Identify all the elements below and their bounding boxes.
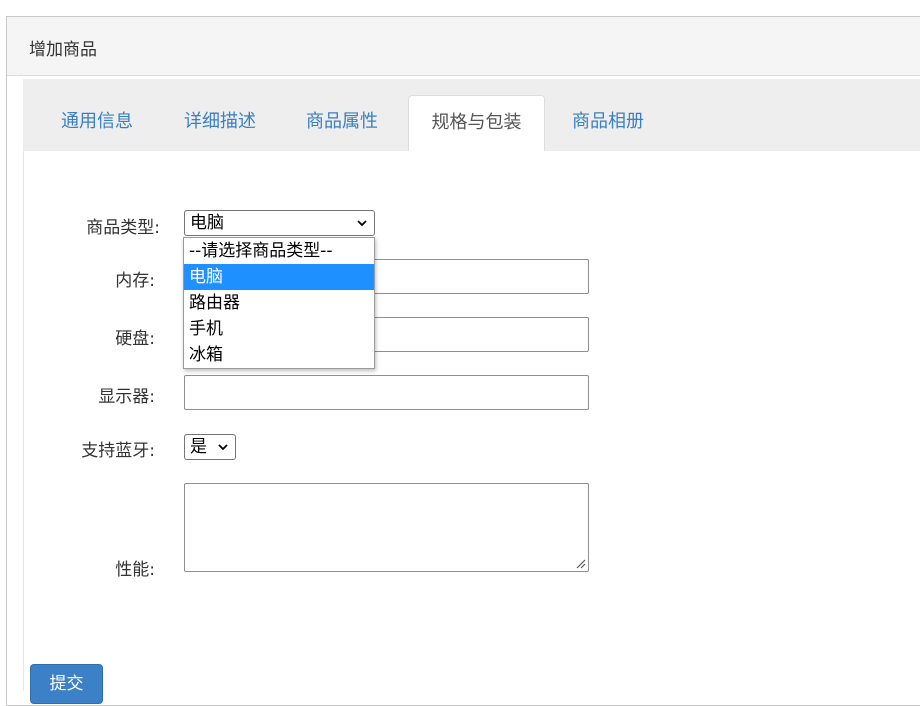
submit-button[interactable]: 提交	[30, 664, 103, 704]
performance-textarea[interactable]	[184, 483, 589, 572]
goods-type-option[interactable]: 手机	[184, 316, 374, 342]
display-input[interactable]	[184, 375, 589, 410]
performance-label: 性能:	[115, 560, 155, 580]
tab-spec-packaging[interactable]: 规格与包装	[408, 95, 545, 151]
bluetooth-select[interactable]: 是	[184, 434, 236, 460]
bluetooth-label: 支持蓝牙:	[81, 441, 155, 461]
tab-general-info[interactable]: 通用信息	[42, 95, 152, 151]
display-label: 显示器:	[98, 387, 155, 407]
tab-bar: 通用信息 详细描述 商品属性 规格与包装 商品相册	[23, 79, 920, 151]
chevron-down-icon	[357, 220, 367, 227]
tab-detail-description[interactable]: 详细描述	[165, 95, 275, 151]
chevron-down-icon	[218, 444, 228, 451]
tab-goods-gallery[interactable]: 商品相册	[553, 95, 663, 151]
goods-type-selected-value: 电脑	[190, 213, 224, 233]
goods-type-option[interactable]: 路由器	[184, 290, 374, 316]
goods-type-option[interactable]: --请选择商品类型--	[184, 238, 374, 264]
memory-label: 内存:	[115, 271, 155, 291]
goods-type-option[interactable]: 电脑	[184, 264, 374, 290]
panel-title: 增加商品	[29, 40, 97, 60]
panel-heading: 增加商品	[7, 17, 920, 76]
resize-grip-icon[interactable]	[574, 557, 586, 569]
goods-type-label: 商品类型:	[86, 218, 160, 238]
goods-type-dropdown: --请选择商品类型-- 电脑 路由器 手机 冰箱	[183, 237, 375, 369]
bluetooth-selected-value: 是	[190, 437, 207, 457]
goods-type-select[interactable]: 电脑	[184, 210, 375, 236]
goods-type-option[interactable]: 冰箱	[184, 342, 374, 368]
disk-label: 硬盘:	[115, 329, 155, 349]
tab-goods-attributes[interactable]: 商品属性	[287, 95, 397, 151]
